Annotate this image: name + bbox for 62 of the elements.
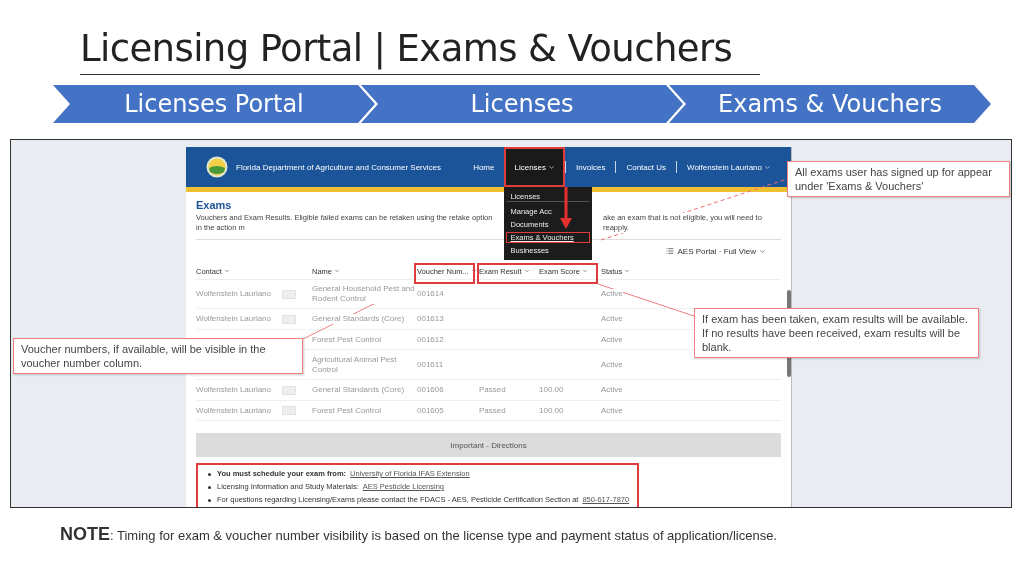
callout-tooltip: If exam has been taken, exam results will be available. If no results have been received, exam results will be blank.: [694, 308, 979, 358]
sort-icon: [470, 268, 477, 274]
nav-link[interactable]: Contact Us: [616, 147, 676, 187]
table-cell: 100.00: [539, 385, 564, 395]
pointer-arrow: [560, 187, 573, 229]
sort-icon: [223, 268, 230, 274]
table-cell: Active: [601, 314, 623, 324]
table-cell: 001606: [417, 385, 444, 395]
table-cell: Active: [601, 385, 623, 395]
callout-tooltip: Voucher numbers, if available, will be visible in the voucher number column.: [13, 338, 303, 374]
sort-icon: [624, 268, 631, 274]
slide-title: Licensing Portal | Exams & Vouchers: [80, 26, 733, 72]
table-cell: Wolfenstein Lauriano: [196, 405, 271, 416]
table-cell: 001612: [417, 334, 444, 345]
table-cell: General Standards (Core): [312, 314, 405, 324]
table-cell: Passed: [479, 385, 506, 395]
table-cell: 001611: [417, 359, 444, 370]
nav-link[interactable]: Invoices: [566, 147, 616, 187]
breadcrumb-step: Licenses Portal: [53, 85, 375, 123]
table-cell: Wolfenstein Lauriano: [196, 289, 271, 299]
table-cell: Active: [601, 405, 623, 416]
table-cell: 100.00: [539, 405, 564, 416]
site-title: Florida Department of Agriculture and Consumer Services: [236, 162, 442, 172]
page-heading: Exams: [196, 198, 232, 212]
table-cell: Active: [601, 289, 623, 299]
directions-bar[interactable]: Important - Directions: [196, 433, 781, 457]
bullet-icon: [208, 472, 211, 476]
table-cell: 001613: [417, 314, 444, 324]
view-selector[interactable]: AES Portal · Full View: [666, 244, 781, 258]
sort-icon: [334, 268, 340, 274]
placeholder-icon: [282, 289, 296, 299]
placeholder-icon: [282, 385, 296, 395]
table-cell: Forest Pest Control: [312, 334, 381, 345]
nav-link[interactable]: Wolfenstein Lauriano: [677, 147, 781, 187]
table-cell: Active: [601, 359, 623, 370]
table-cell: Wolfenstein Lauriano: [196, 385, 271, 395]
bullet-icon: [208, 485, 211, 489]
placeholder-icon: [282, 314, 296, 324]
breadcrumb-step: Exams & Vouchers: [669, 85, 991, 123]
sort-icon: [581, 268, 588, 274]
nav-link[interactable]: Licenses: [504, 147, 566, 187]
directions-title: Important - Directions: [450, 440, 527, 450]
table-cell: Active: [601, 334, 623, 345]
callout-tooltip: All exams user has signed up for appear under 'Exams & Vouchers': [787, 161, 1010, 197]
table-cell: General Household Pest and Rodent Control: [312, 284, 417, 304]
caret-icon: [759, 247, 766, 255]
table-cell: General Standards (Core): [312, 385, 405, 395]
sort-icon: [523, 268, 530, 274]
placeholder-icon: [282, 406, 296, 415]
note-text: : Timing for exam & voucher number visibility is based on the license type and payment status of application/license.: [110, 528, 777, 543]
table-cell: 001614: [417, 289, 444, 299]
list-icon: [666, 247, 675, 255]
table-cell: 001605: [417, 405, 444, 416]
table-cell: Wolfenstein Lauriano: [196, 314, 271, 324]
nav-link[interactable]: Home: [463, 147, 505, 187]
table-cell: Forest Pest Control: [312, 405, 381, 416]
breadcrumb-step: Licenses: [361, 85, 683, 123]
highlight-outline: [414, 263, 475, 284]
bullet-icon: [208, 498, 211, 502]
table-cell: Passed: [479, 405, 506, 416]
note-label: NOTE: [60, 524, 110, 545]
logo-icon: [206, 156, 228, 178]
